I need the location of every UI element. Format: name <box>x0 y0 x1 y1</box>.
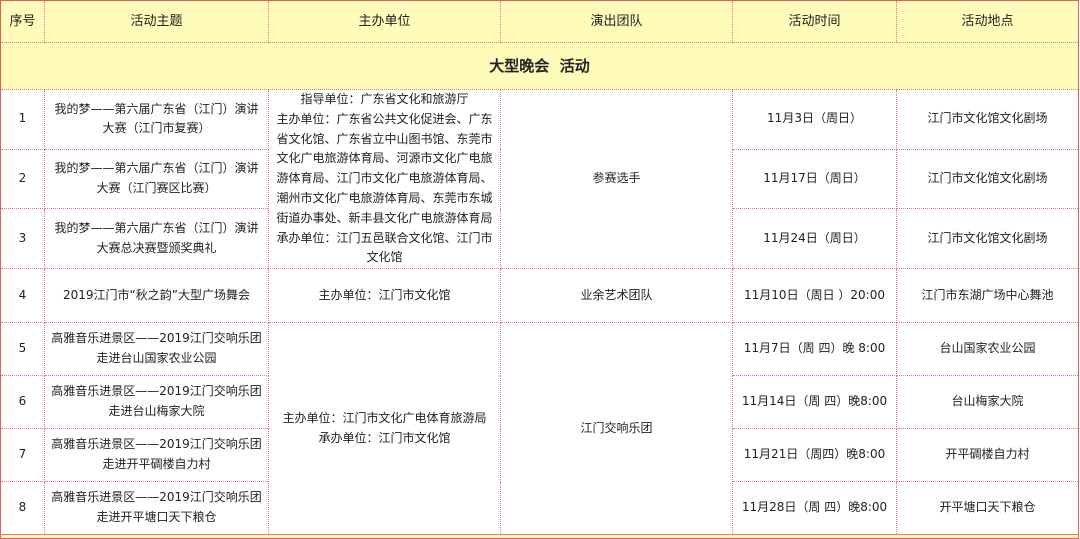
table-row: 1 我的梦——第六届广东省（江门）演讲大赛（江门市复赛） 指导单位：广东省文化和… <box>0 88 1079 270</box>
team-cell-group-3: 江门交响乐团 <box>500 322 733 536</box>
row-place: 江门市东湖广场中心舞池 <box>896 268 1079 324</box>
row-time: 11月21日（周四）晚8:00 <box>732 428 897 483</box>
row-time: 11月3日（周日） <box>732 89 897 150</box>
header-place: 活动地点 <box>896 0 1079 43</box>
row-place: 江门市文化馆文化剧场 <box>896 89 1079 150</box>
row-topic: 高雅音乐进景区——2019江门交响乐团走进开平塘口天下粮仓 <box>44 481 269 536</box>
table-row: 4 2019江门市“秋之韵”大型广场舞会 主办单位：江门市文化馆 业余艺术团队 … <box>0 268 1079 324</box>
row-topic: 我的梦——第六届广东省（江门）演讲大赛（江门赛区比赛） <box>44 148 269 210</box>
row-place: 江门市文化馆文化剧场 <box>896 208 1079 270</box>
row-topic: 高雅音乐进景区——2019江门交响乐团走进台山梅家大院 <box>44 375 269 430</box>
organizer-line: 主办单位：广东省公共文化促进会、广东省文化馆、广东省立中山图书馆、东莞市文化广电… <box>276 111 493 225</box>
row-index: 2 <box>0 148 45 210</box>
row-time: 11月24日（周日） <box>732 208 897 270</box>
row-time: 11月17日（周日） <box>732 148 897 210</box>
row-index: 8 <box>0 481 45 536</box>
organizer-cell-group-3: 主办单位：江门市文化广电体育旅游局 承办单位：江门市文化馆 <box>268 322 501 536</box>
team-cell-group-1: 参赛选手 <box>500 88 733 270</box>
header-time: 活动时间 <box>732 0 897 43</box>
row-index: 7 <box>0 428 45 483</box>
row-topic: 我的梦——第六届广东省（江门）演讲大赛（江门市复赛） <box>44 89 269 150</box>
row-topic: 高雅音乐进景区——2019江门交响乐团走进台山国家农业公园 <box>44 322 269 377</box>
row-index: 1 <box>0 89 45 150</box>
row-time: 11月10日（周日 ）20:00 <box>732 268 897 324</box>
table-footer-strip <box>0 534 1079 539</box>
row-place: 开平塘口天下粮仓 <box>896 481 1079 536</box>
row-topic: 高雅音乐进景区——2019江门交响乐团走进开平碉楼自力村 <box>44 428 269 483</box>
activity-schedule-table: 序号 活动主题 主办单位 演出团队 活动时间 活动地点 大型晚会 活动 1 我的… <box>0 0 1079 539</box>
row-place: 台山国家农业公园 <box>896 322 1079 377</box>
header-row: 序号 活动主题 主办单位 演出团队 活动时间 活动地点 <box>0 0 1079 43</box>
row-time: 11月28日（周 四）晚8:00 <box>732 481 897 536</box>
row-index: 5 <box>0 322 45 377</box>
organizer-line: 指导单位：广东省文化和旅游厅 <box>300 92 469 106</box>
table-row: 5 高雅音乐进景区——2019江门交响乐团走进台山国家农业公园 主办单位：江门市… <box>0 322 1079 536</box>
section-title: 大型晚会 活动 <box>0 42 1079 90</box>
row-place: 开平碉楼自力村 <box>896 428 1079 483</box>
organizer-line: 承办单位：江门五邑联合文化馆、江门市文化馆 <box>276 230 493 265</box>
header-index: 序号 <box>0 0 45 43</box>
header-team: 演出团队 <box>500 0 733 43</box>
header-organizer: 主办单位 <box>268 0 501 43</box>
team-cell: 业余艺术团队 <box>500 268 733 324</box>
row-index: 4 <box>0 268 45 324</box>
row-time: 11月14日（周 四）晚8:00 <box>732 375 897 430</box>
row-topic: 2019江门市“秋之韵”大型广场舞会 <box>44 268 269 324</box>
organizer-line: 承办单位：江门市文化馆 <box>318 430 451 445</box>
organizer-cell: 主办单位：江门市文化馆 <box>268 268 501 324</box>
section-row: 大型晚会 活动 <box>0 42 1079 90</box>
header-topic: 活动主题 <box>44 0 269 43</box>
row-index: 6 <box>0 375 45 430</box>
row-place: 江门市文化馆文化剧场 <box>896 148 1079 210</box>
row-time: 11月7日（周 四）晚 8:00 <box>732 322 897 377</box>
row-index: 3 <box>0 208 45 270</box>
row-topic: 我的梦——第六届广东省（江门）演讲大赛总决赛暨颁奖典礼 <box>44 208 269 270</box>
row-place: 台山梅家大院 <box>896 375 1079 430</box>
organizer-line: 主办单位：江门市文化广电体育旅游局 <box>282 410 487 425</box>
organizer-cell-group-1: 指导单位：广东省文化和旅游厅 主办单位：广东省公共文化促进会、广东省文化馆、广东… <box>268 88 501 270</box>
